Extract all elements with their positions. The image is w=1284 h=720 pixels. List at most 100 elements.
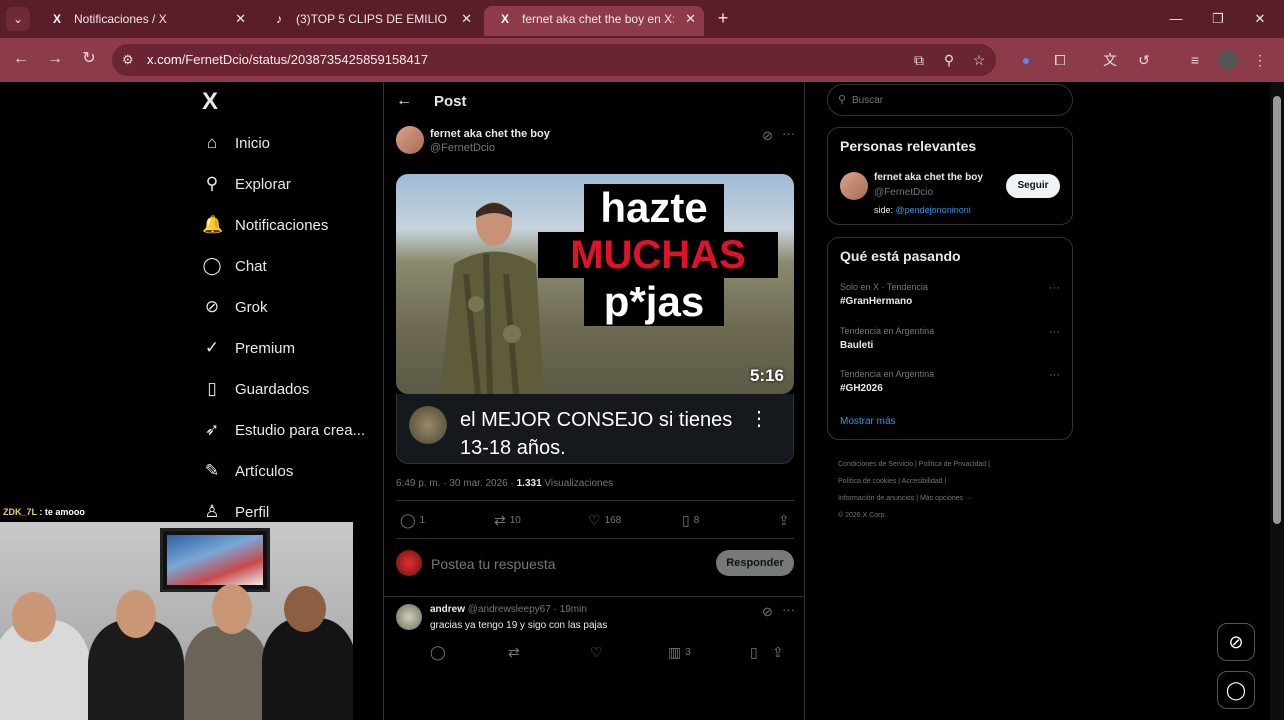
heart-icon: ♡	[588, 512, 601, 528]
grok-float-button[interactable]: ⊘	[1217, 623, 1255, 661]
reply-action[interactable]: ◯ 1	[400, 512, 425, 529]
share-action[interactable]: ⇪	[772, 644, 788, 661]
tab-search-button[interactable]: ⌄	[6, 7, 30, 31]
trend-name: #GranHermano	[840, 296, 913, 307]
person-4-head	[284, 586, 326, 632]
repost-action[interactable]: ⇄ 10	[494, 512, 521, 529]
bio-link[interactable]: @pendejononinoni	[896, 205, 971, 215]
more-options-icon[interactable]: ···	[782, 126, 795, 141]
search-icon: ⚲	[838, 94, 847, 106]
footer-line[interactable]: Condiciones de Servicio | Política de Pr…	[838, 456, 1068, 473]
reply-avatar[interactable]	[396, 604, 422, 630]
tab-notificaciones[interactable]: X Notificaciones / X ✕	[36, 6, 254, 36]
repost-action[interactable]: ⇄	[508, 644, 524, 661]
trend-more-icon[interactable]: ···	[1049, 369, 1060, 381]
chat-username: ZDK_7L	[3, 507, 37, 517]
nav-item-premium[interactable]: ✓ Premium	[202, 332, 295, 364]
bookmark-action[interactable]: ▯	[750, 644, 762, 661]
post-timestamp[interactable]: 6:49 p. m. · 30 mar. 2026 ·	[396, 478, 517, 489]
trend-item[interactable]: Tendencia en Argentina Bauleti	[840, 326, 934, 351]
reply-author[interactable]: andrew @andrewsleepy67 · 19min	[430, 604, 587, 615]
address-bar[interactable]: ⚙ x.com/FernetDcio/status/20387354258591…	[112, 44, 996, 76]
close-tab-icon[interactable]: ✕	[461, 6, 472, 32]
bookmark-action[interactable]: ▯ 8	[682, 512, 699, 529]
nav-item-estudio-para-crea[interactable]: ➶ Estudio para crea...	[202, 414, 365, 446]
minimize-button[interactable]: —	[1156, 6, 1196, 32]
person-3-head	[212, 584, 252, 634]
divider	[396, 500, 794, 501]
relevant-avatar[interactable]	[840, 172, 868, 200]
reload-button[interactable]: ↻	[78, 48, 100, 70]
author-name[interactable]: fernet aka chet the boy	[430, 128, 550, 140]
translate-icon[interactable]: 文	[1100, 50, 1120, 70]
reply-input[interactable]: Postea tu respuesta	[431, 556, 556, 572]
reply-button[interactable]: Responder	[716, 550, 794, 576]
reply-view-count: 3	[685, 647, 691, 658]
messages-float-button[interactable]: ◯	[1217, 671, 1255, 709]
x-logo[interactable]: X	[202, 88, 218, 116]
footer-line[interactable]: Información de anuncios | Más opciones ·…	[838, 490, 1068, 507]
video-thumbnail[interactable]: hazte MUCHAS p*jas 5:16	[396, 174, 794, 394]
zoom-icon[interactable]: ⚲	[940, 51, 958, 69]
forward-button[interactable]: →	[44, 48, 66, 70]
search-box[interactable]: ⚲ Buscar	[827, 84, 1073, 116]
history-icon[interactable]: ↺	[1134, 50, 1154, 70]
trends-card: Qué está pasando Solo en X · Tendencia #…	[827, 237, 1073, 440]
bookmark-star-icon[interactable]: ☆	[970, 51, 988, 69]
nav-item-guardados[interactable]: ▯ Guardados	[202, 373, 309, 405]
nav-item-grok[interactable]: ⊘ Grok	[202, 291, 268, 323]
relevant-name[interactable]: fernet aka chet the boy	[874, 172, 983, 183]
tab-fernet-post[interactable]: X fernet aka chet the boy en X: "h ✕	[484, 6, 704, 36]
relevant-handle[interactable]: @FernetDcio	[874, 187, 933, 198]
soldier-figure	[440, 202, 544, 394]
nav-item-inicio[interactable]: ⌂ Inicio	[202, 127, 270, 159]
close-window-button[interactable]: ✕	[1240, 6, 1280, 32]
scrollbar-thumb[interactable]	[1273, 96, 1281, 524]
like-action[interactable]: ♡ 168	[588, 512, 621, 529]
tab-tiktok[interactable]: ♪ (3)TOP 5 CLIPS DE EMILIO EN T ✕	[258, 6, 480, 36]
maximize-button[interactable]: ❐	[1198, 6, 1238, 32]
chrome-menu-icon[interactable]: ⋮	[1250, 50, 1270, 70]
close-tab-icon[interactable]: ✕	[685, 6, 696, 32]
show-more-link[interactable]: Mostrar más	[840, 416, 896, 427]
views-label: Visualizaciones	[541, 478, 614, 489]
like-action[interactable]: ♡	[590, 644, 607, 661]
page-scrollbar[interactable]	[1270, 82, 1284, 720]
footer-line[interactable]: Política de cookies | Accesibilidad |	[838, 473, 1068, 490]
extensions-puzzle-icon[interactable]: ⧠	[1050, 50, 1070, 70]
more-options-icon[interactable]: ···	[782, 602, 795, 617]
nav-item-explorar[interactable]: ⚲ Explorar	[202, 168, 291, 200]
share-action[interactable]: ⇪	[778, 512, 794, 529]
trend-more-icon[interactable]: ···	[1049, 326, 1060, 338]
author-avatar[interactable]	[396, 126, 424, 154]
reply-action[interactable]: ◯	[430, 644, 450, 661]
video-title[interactable]: el MEJOR CONSEJO si tienes 13-18 años.	[460, 406, 740, 462]
install-app-icon[interactable]: ⧉	[910, 51, 928, 69]
nav-item-artículos[interactable]: ✎ Artículos	[202, 455, 293, 487]
nav-item-label: Explorar	[235, 175, 291, 193]
trend-item[interactable]: Solo en X · Tendencia #GranHermano	[840, 282, 928, 307]
close-tab-icon[interactable]: ✕	[235, 6, 246, 32]
media-controls-icon[interactable]: ≡	[1185, 50, 1205, 70]
grok-icon[interactable]: ⊘	[762, 128, 773, 144]
video-menu-icon[interactable]: ⋮	[749, 406, 769, 431]
back-arrow-icon[interactable]: ←	[396, 92, 412, 110]
back-button[interactable]: ←	[10, 48, 32, 70]
author-block[interactable]: fernet aka chet the boy @FernetDcio	[430, 128, 550, 154]
tv-screen	[160, 528, 270, 592]
trend-more-icon[interactable]: ···	[1049, 282, 1060, 294]
video-card[interactable]: el MEJOR CONSEJO si tienes 13-18 años. ⋮	[396, 394, 794, 464]
search-input[interactable]: Buscar	[852, 95, 883, 106]
views-action[interactable]: ▥ 3	[668, 644, 691, 661]
nav-item-notificaciones[interactable]: 🔔 Notificaciones	[202, 209, 328, 241]
extension-icon[interactable]: ●	[1016, 50, 1036, 70]
nav-item-chat[interactable]: ◯ Chat	[202, 250, 266, 282]
browser-toolbar: ← → ↻ ⚙ x.com/FernetDcio/status/20387354…	[0, 38, 1284, 82]
author-handle[interactable]: @FernetDcio	[430, 142, 550, 154]
profile-avatar[interactable]	[1218, 50, 1238, 70]
new-tab-button[interactable]: +	[712, 7, 734, 31]
site-settings-icon[interactable]: ⚙	[122, 52, 134, 68]
trend-item[interactable]: Tendencia en Argentina #GH2026	[840, 369, 934, 394]
grok-icon[interactable]: ⊘	[762, 604, 773, 620]
follow-button[interactable]: Seguir	[1006, 174, 1060, 198]
